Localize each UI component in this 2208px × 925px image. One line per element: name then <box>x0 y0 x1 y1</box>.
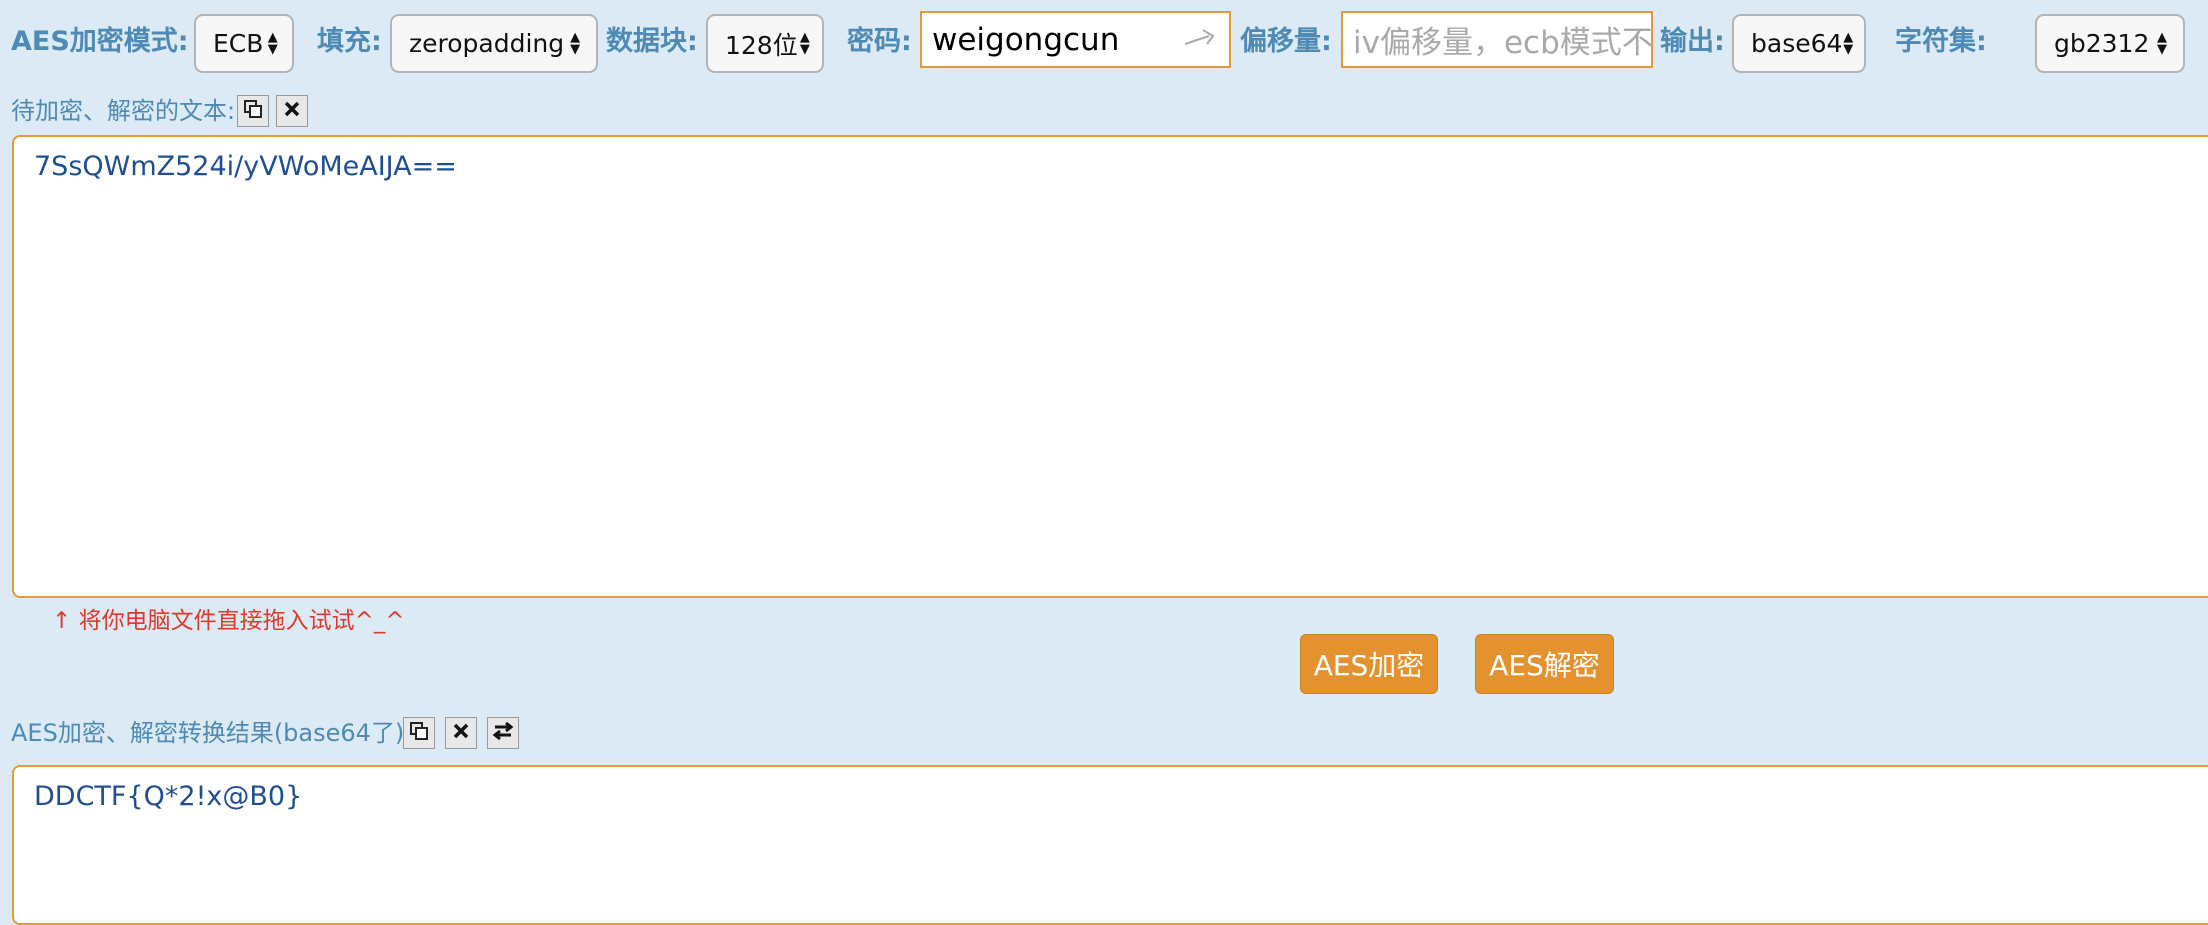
mode-select-value: ECB <box>213 29 264 58</box>
copy-icon <box>243 99 263 123</box>
password-input-value: weigongcun <box>932 21 1120 58</box>
password-input[interactable]: weigongcun <box>920 11 1231 68</box>
block-select-value: 128位 <box>725 30 798 60</box>
key-icon <box>1183 22 1219 58</box>
decrypt-button[interactable]: AES解密 <box>1475 634 1614 694</box>
swap-icon <box>491 721 515 745</box>
mode-select[interactable]: ECB ▲ ▼ <box>194 14 294 73</box>
mode-label: AES加密模式: <box>11 26 189 57</box>
input-textarea[interactable]: 7SsQWmZ524i/yVWoMeAIJA== <box>12 135 2208 598</box>
drag-hint: ↑ 将你电脑文件直接拖入试试^_^ <box>52 608 405 634</box>
output-select-value: base64 <box>1751 29 1843 58</box>
clear-input-button[interactable] <box>276 95 308 127</box>
clear-output-button[interactable] <box>445 717 477 749</box>
block-select[interactable]: 128位 ▲ ▼ <box>706 14 824 73</box>
chevron-updown-icon: ▲ ▼ <box>570 29 581 57</box>
input-text-label: 待加密、解密的文本: <box>11 97 236 125</box>
swap-button[interactable] <box>487 717 519 749</box>
output-textarea[interactable]: DDCTF{Q*2!x@B0} <box>12 765 2208 925</box>
charset-label: 字符集: <box>1895 26 1987 57</box>
output-select[interactable]: base64 ▲ ▼ <box>1732 14 1866 73</box>
offset-input[interactable]: iv偏移量，ecb模式不用填写 <box>1341 11 1653 68</box>
clear-icon <box>283 100 301 122</box>
block-label: 数据块: <box>606 26 698 57</box>
charset-select-value: gb2312 <box>2054 29 2150 58</box>
padding-label: 填充: <box>317 26 382 57</box>
offset-input-placeholder: iv偏移量，ecb模式不用填写 <box>1353 25 1653 61</box>
padding-select-value: zeropadding <box>409 29 565 58</box>
copy-output-button[interactable] <box>403 717 435 749</box>
password-label: 密码: <box>847 26 912 57</box>
encrypt-button[interactable]: AES加密 <box>1300 634 1438 694</box>
chevron-updown-icon: ▲ ▼ <box>2157 29 2167 57</box>
chevron-updown-icon: ▲ ▼ <box>799 29 810 57</box>
chevron-updown-icon: ▲ ▼ <box>267 29 278 57</box>
charset-select[interactable]: gb2312 ▲ ▼ <box>2035 14 2185 73</box>
padding-select[interactable]: zeropadding ▲ ▼ <box>390 14 598 73</box>
copy-input-button[interactable] <box>237 95 269 127</box>
output-label: 输出: <box>1660 26 1725 57</box>
chevron-updown-icon: ▲ ▼ <box>1843 29 1854 57</box>
copy-icon <box>409 721 429 745</box>
clear-icon <box>452 722 470 744</box>
offset-label: 偏移量: <box>1240 26 1332 57</box>
output-text-label: AES加密、解密转换结果(base64了): <box>11 719 413 747</box>
